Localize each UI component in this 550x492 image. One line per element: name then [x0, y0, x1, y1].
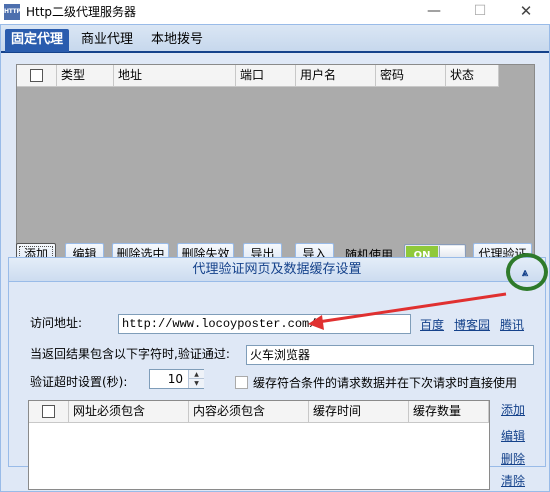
cache-clear-link[interactable]: 清除 [501, 474, 525, 488]
pass-condition-label: 当返回结果包含以下字符时,验证通过: [30, 347, 230, 361]
spin-up-icon[interactable]: ▲ [189, 370, 204, 379]
cache-select-all-cell [29, 401, 69, 422]
column-url-contains[interactable]: 网址必须包含 [69, 401, 189, 422]
cache-add-link[interactable]: 添加 [501, 403, 525, 417]
cache-checkbox[interactable] [235, 376, 248, 389]
cache-checkbox-label: 缓存符合条件的请求数据并在下次请求时直接使用 [253, 376, 518, 390]
column-cache-time[interactable]: 缓存时间 [309, 401, 409, 422]
timeout-value: 10 [167, 372, 183, 386]
cache-grid-header: 网址必须包含 内容必须包含 缓存时间 缓存数量 [29, 401, 489, 423]
spin-down-icon[interactable]: ▼ [189, 379, 204, 388]
cache-grid[interactable]: 网址必须包含 内容必须包含 缓存时间 缓存数量 [28, 400, 490, 490]
cache-edit-link[interactable]: 编辑 [501, 429, 525, 443]
cache-select-all-checkbox[interactable] [42, 405, 55, 418]
pass-condition-input[interactable]: 火车浏览器 [246, 345, 534, 365]
timeout-label: 验证超时设置(秒): [30, 375, 128, 389]
column-cache-count[interactable]: 缓存数量 [409, 401, 489, 422]
timeout-spinner[interactable]: 10 ▲ ▼ [149, 369, 204, 389]
cache-delete-link[interactable]: 删除 [501, 452, 525, 466]
spinner-arrows: ▲ ▼ [188, 370, 204, 388]
column-content-contains[interactable]: 内容必须包含 [189, 401, 309, 422]
